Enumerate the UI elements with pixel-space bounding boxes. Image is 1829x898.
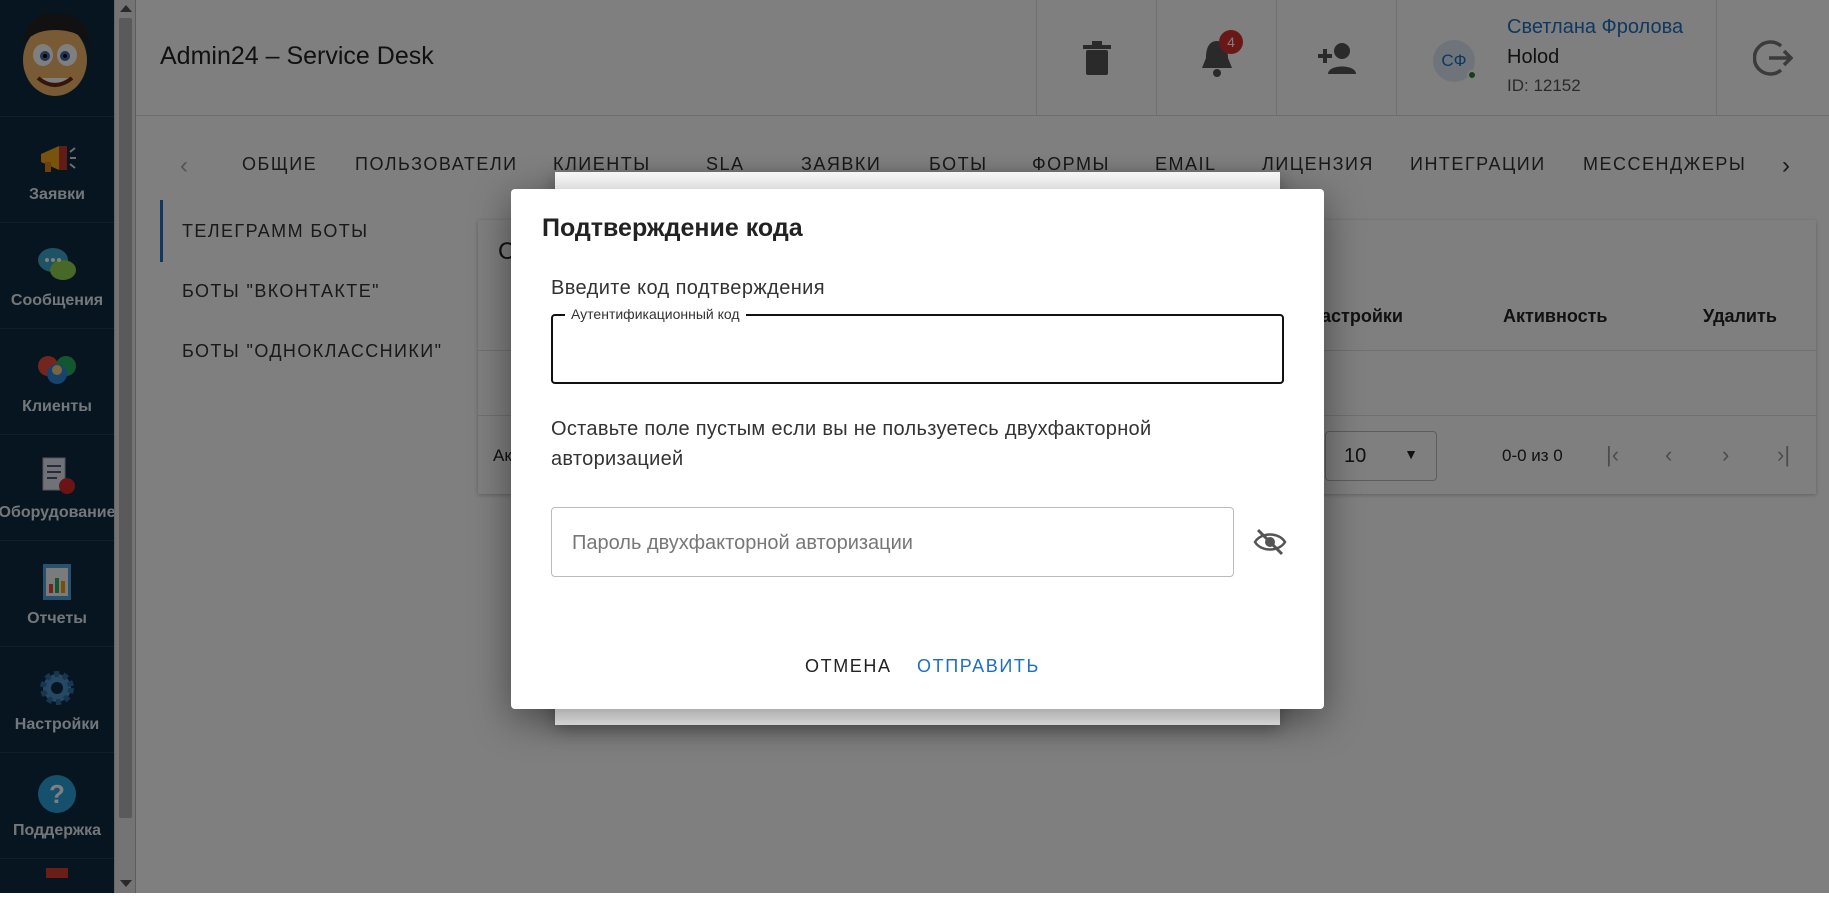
dialog-hint: Оставьте поле пустым если вы не пользует… — [551, 418, 1152, 470]
confirm-code-dialog: Подтверждение кода Введите код подтвержд… — [511, 189, 1324, 709]
two-factor-password-field[interactable] — [551, 507, 1234, 577]
auth-code-input[interactable] — [567, 332, 1267, 366]
auth-code-label: Аутентификационный код — [565, 306, 746, 322]
submit-button[interactable]: ОТПРАВИТЬ — [917, 656, 1040, 677]
dialog-title: Подтверждение кода — [542, 214, 803, 242]
visibility-off-icon[interactable] — [1253, 527, 1287, 557]
auth-code-field[interactable]: Аутентификационный код — [551, 306, 1284, 384]
two-factor-password-input[interactable] — [570, 526, 1210, 560]
cancel-button[interactable]: ОТМЕНА — [805, 656, 892, 677]
dialog-prompt: Введите код подтверждения — [551, 277, 825, 299]
